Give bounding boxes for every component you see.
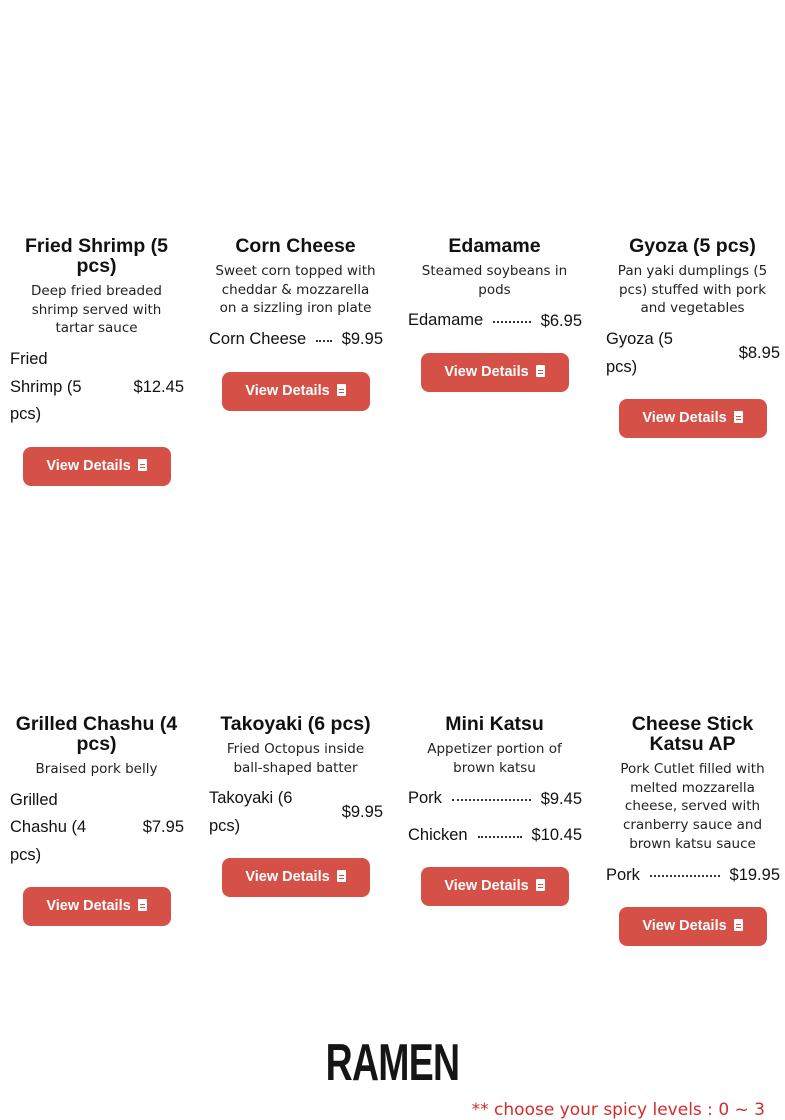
- item-description: Appetizer portion of brown katsu: [427, 741, 562, 776]
- button-label: View Details: [46, 898, 131, 915]
- price-value: $7.95: [142, 818, 184, 837]
- view-details-button[interactable]: View Details: [420, 352, 569, 392]
- spicy-level-note: ** choose your spicy levels : 0 ~ 3: [471, 1100, 765, 1120]
- file-document-icon: [535, 364, 545, 377]
- price-name: Grilled Chashu (4 pcs): [10, 790, 87, 864]
- price-line: Corn Cheese $9.95: [209, 326, 383, 354]
- button-label: View Details: [642, 410, 727, 427]
- view-details-button[interactable]: View Details: [618, 399, 767, 439]
- price-name: Pork: [606, 865, 640, 884]
- item-description: Sweet corn topped with cheddar & mozzare…: [215, 263, 376, 317]
- menu-item-card: Takoyaki (6 pcs) Fried Octopus inside ba…: [206, 713, 385, 898]
- button-label: View Details: [245, 382, 330, 399]
- button-label: View Details: [46, 457, 131, 474]
- price-line: Gyoza (5 pcs) $8.95: [606, 326, 780, 381]
- button-label: View Details: [245, 869, 330, 886]
- price-name: Fried Shrimp (5 pcs): [10, 350, 82, 424]
- item-title: Edamame: [448, 235, 541, 257]
- price-leader: [451, 799, 531, 802]
- price-line: Takoyaki (6 pcs) $9.95: [209, 785, 383, 840]
- view-details-button[interactable]: View Details: [221, 858, 370, 898]
- price-leader: [649, 875, 720, 878]
- price-name: Gyoza (5 pcs): [606, 330, 673, 376]
- item-title: Gyoza (5 pcs): [629, 235, 756, 257]
- menu-item-card: Gyoza (5 pcs) Pan yaki dumplings (5 pcs)…: [603, 235, 782, 439]
- price-value: $10.45: [531, 826, 582, 845]
- price-name: Chicken: [408, 825, 468, 844]
- price-value: $9.95: [341, 803, 383, 822]
- item-description: Braised pork belly: [35, 761, 158, 777]
- item-description: Pork Cutlet filled with melted mozzarell…: [620, 761, 765, 852]
- menu-item-card: Edamame Steamed soybeans in pods Edamame…: [405, 236, 584, 392]
- price-line: Edamame $6.95: [408, 307, 582, 335]
- price-line: Pork $9.45: [408, 785, 582, 813]
- view-details-button[interactable]: View Details: [221, 371, 370, 411]
- file-document-icon: [336, 870, 346, 883]
- price-value: $6.95: [540, 311, 582, 330]
- menu-item-card: Grilled Chashu (4 pcs) Braised pork bell…: [7, 713, 186, 927]
- file-document-icon: [137, 458, 147, 471]
- menu-item-card: Cheese Stick Katsu AP Pork Cutlet filled…: [603, 713, 782, 947]
- menu-item-card: Mini Katsu Appetizer portion of brown ka…: [405, 713, 584, 907]
- item-title: Grilled Chashu (4 pcs): [15, 713, 178, 755]
- price-name: Corn Cheese: [209, 330, 307, 349]
- file-document-icon: [535, 879, 545, 892]
- price-line: Chicken $10.45: [408, 822, 582, 850]
- price-leader: [316, 339, 332, 342]
- button-label: View Details: [642, 918, 727, 935]
- item-title: Fried Shrimp (5 pcs): [24, 235, 169, 277]
- item-description: Steamed soybeans in pods: [421, 263, 568, 298]
- view-details-button[interactable]: View Details: [420, 867, 569, 907]
- price-name: Edamame: [408, 311, 484, 330]
- price-value: $8.95: [738, 344, 780, 363]
- file-document-icon: [733, 919, 743, 932]
- price-leader: [477, 835, 522, 838]
- view-details-button[interactable]: View Details: [618, 907, 767, 947]
- price-leader: [493, 321, 531, 324]
- item-title: Corn Cheese: [235, 235, 356, 257]
- item-description: Deep fried breaded shrimp served with ta…: [31, 283, 162, 337]
- section-heading-ramen: RAMEN: [325, 1034, 460, 1092]
- price-line: Pork $19.95: [606, 862, 780, 890]
- item-title: Cheese Stick Katsu AP: [631, 713, 754, 755]
- price-value: $9.95: [341, 330, 383, 349]
- button-label: View Details: [444, 878, 529, 895]
- price-line: Grilled Chashu (4 pcs) $7.95: [10, 787, 184, 870]
- price-name: Pork: [408, 789, 442, 808]
- item-description: Pan yaki dumplings (5 pcs) stuffed with …: [617, 263, 768, 317]
- menu-item-card: Corn Cheese Sweet corn topped with chedd…: [206, 236, 385, 411]
- price-line: Fried Shrimp (5 pcs) $12.45: [10, 346, 184, 429]
- price-value: $9.45: [540, 789, 582, 808]
- item-title: Takoyaki (6 pcs): [220, 713, 371, 735]
- button-label: View Details: [444, 363, 529, 380]
- price-name: Takoyaki (6 pcs): [209, 789, 293, 835]
- view-details-button[interactable]: View Details: [22, 446, 171, 486]
- price-value: $12.45: [133, 377, 184, 396]
- view-details-button[interactable]: View Details: [22, 887, 171, 927]
- menu-item-card: Fried Shrimp (5 pcs) Deep fried breaded …: [7, 236, 186, 486]
- item-title: Mini Katsu: [445, 713, 544, 735]
- price-value: $19.95: [729, 865, 780, 884]
- file-document-icon: [733, 411, 743, 424]
- file-document-icon: [137, 899, 147, 912]
- item-description: Fried Octopus inside ball-shaped batter: [226, 741, 365, 776]
- file-document-icon: [336, 383, 346, 396]
